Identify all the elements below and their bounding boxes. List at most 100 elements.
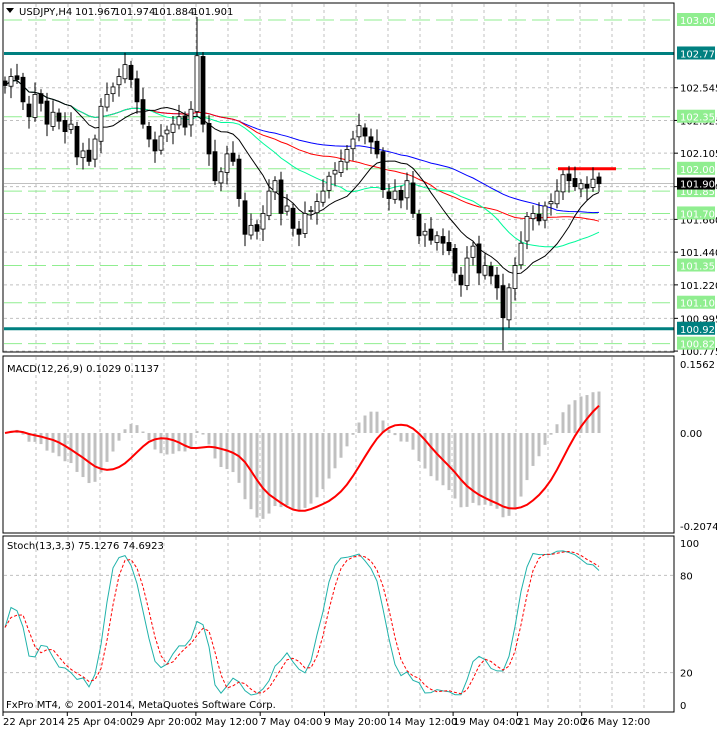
bull-candle	[332, 169, 338, 175]
macd-histogram-bar	[489, 433, 493, 506]
macd-histogram-bar	[333, 433, 337, 469]
bear-candle	[428, 228, 434, 241]
macd-histogram-bar	[267, 433, 271, 514]
macd-histogram-bar	[447, 433, 451, 491]
bull-candle	[560, 174, 566, 193]
macd-pane-frame	[2, 355, 675, 534]
macd-histogram-bar	[507, 433, 511, 516]
bear-candle	[290, 207, 296, 229]
bull-candle	[350, 138, 356, 150]
level-label: 102.000	[680, 165, 717, 176]
macd-histogram-bar	[375, 411, 379, 433]
dropdown-triangle-icon[interactable]	[6, 8, 14, 13]
price-tick-label: 101.220	[680, 281, 717, 292]
macd-histogram-bar	[141, 431, 145, 433]
bear-candle	[86, 149, 92, 162]
moving-average-line	[4, 79, 600, 275]
bear-candle	[476, 243, 482, 274]
bear-candle	[386, 191, 392, 199]
bull-candle	[248, 224, 254, 236]
current-price-label: 101.901	[680, 180, 717, 191]
level-label: 102.350	[680, 113, 717, 124]
time-tick-label: 29 Apr 20:00	[132, 717, 197, 728]
bear-candle	[584, 184, 590, 189]
bull-candle	[590, 178, 596, 188]
bear-candle	[362, 127, 368, 137]
macd-histogram-bar	[399, 433, 403, 442]
macd-histogram-bar	[555, 424, 559, 433]
macd-histogram-bar	[459, 433, 463, 508]
macd-histogram-bar	[57, 433, 61, 457]
macd-histogram-bar	[117, 433, 121, 441]
macd-histogram-bar	[147, 433, 151, 441]
bear-candle	[242, 200, 248, 235]
bull-candle	[578, 183, 584, 190]
macd-histogram-bar	[135, 425, 139, 433]
macd-histogram-bar	[327, 433, 331, 479]
bear-candle	[14, 75, 20, 80]
macd-histogram-bar	[525, 433, 529, 481]
macd-histogram-bar	[45, 433, 49, 451]
bear-candle	[2, 80, 8, 86]
ohlc-open: 101.967	[75, 7, 116, 18]
bear-candle	[212, 151, 218, 182]
macd-histogram-bar	[39, 433, 43, 445]
macd-histogram-bar	[345, 433, 349, 447]
macd-histogram-bar	[291, 433, 295, 509]
bull-candle	[98, 105, 104, 142]
bull-candle	[176, 116, 182, 126]
macd-histogram-bar	[165, 433, 169, 455]
bear-candle	[596, 176, 602, 185]
bear-candle	[182, 115, 188, 128]
macd-histogram-bar	[279, 433, 283, 508]
bear-candle	[488, 265, 494, 277]
bull-candle	[344, 149, 350, 163]
macd-histogram-bar	[513, 433, 517, 509]
ohlc-close: 101.901	[192, 7, 233, 18]
macd-histogram-bar	[213, 433, 217, 459]
bull-candle	[512, 265, 518, 289]
time-tick-label: 9 May 20:00	[325, 717, 387, 728]
bull-candle	[338, 160, 344, 173]
macd-histogram-bar	[405, 433, 409, 442]
bull-candle	[464, 257, 470, 287]
macd-histogram-bar	[201, 433, 205, 435]
stoch-tick-label: 100	[680, 539, 699, 550]
bear-candle	[536, 213, 542, 222]
macd-histogram-bar	[159, 433, 163, 454]
macd-histogram-bar	[357, 422, 361, 433]
level-label: 101.700	[680, 209, 717, 220]
bear-candle	[152, 139, 158, 152]
chart-canvas[interactable]: 102.545102.325102.105101.880101.660101.4…	[0, 0, 717, 729]
time-tick-label: 21 May 20:00	[517, 717, 586, 728]
bear-candle	[62, 120, 68, 133]
time-tick-label: 14 May 12:00	[389, 717, 458, 728]
bear-candle	[200, 56, 206, 125]
bull-candle	[218, 171, 224, 184]
macd-histogram-bar	[171, 433, 175, 454]
macd-histogram-bar	[483, 433, 487, 505]
bull-candle	[542, 205, 548, 221]
bull-candle	[356, 125, 362, 138]
bear-candle	[140, 99, 146, 125]
macd-histogram-bar	[531, 433, 535, 466]
stoch-tick-label: 0	[680, 701, 686, 712]
bull-candle	[506, 287, 512, 321]
macd-histogram-bar	[567, 404, 571, 433]
macd-histogram-bar	[255, 433, 259, 518]
symbol-label: USDJPY,H4	[19, 7, 72, 18]
macd-histogram-bar	[99, 433, 103, 473]
bull-candle	[392, 190, 398, 200]
bear-candle	[458, 274, 464, 286]
macd-histogram-bar	[321, 433, 325, 490]
time-tick-label: 22 Apr 2014	[3, 717, 65, 728]
bull-candle	[116, 76, 122, 86]
bear-candle	[236, 158, 242, 199]
bear-candle	[566, 173, 572, 182]
macd-histogram-bar	[87, 433, 91, 484]
bear-candle	[146, 125, 152, 140]
price-tick-label: 102.105	[680, 149, 717, 160]
stoch-tick-label: 20	[680, 669, 693, 680]
macd-histogram-bar	[369, 411, 373, 433]
bear-candle	[128, 64, 134, 80]
